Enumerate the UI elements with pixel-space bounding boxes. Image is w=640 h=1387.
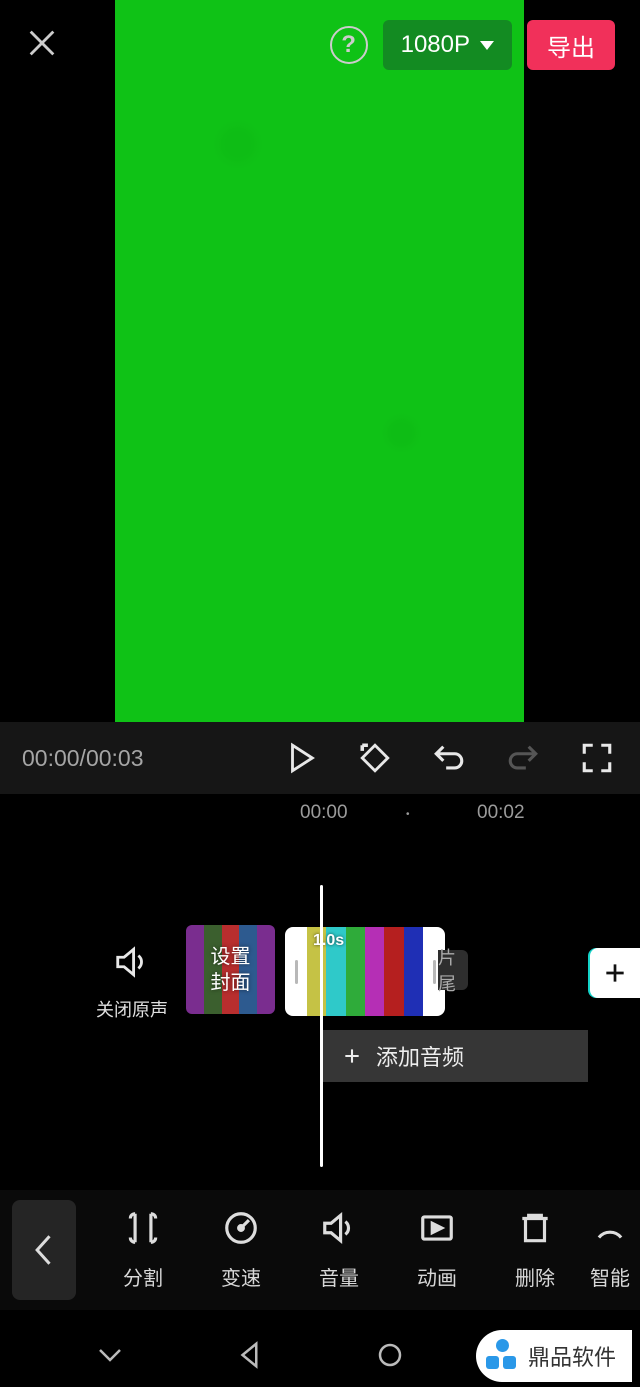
tool-volume[interactable]: 音量 <box>290 1209 388 1291</box>
clip-duration: 1.0s <box>313 932 344 950</box>
keyframe-icon[interactable] <box>358 741 392 775</box>
resolution-button[interactable]: 1080P <box>383 20 512 70</box>
close-icon[interactable] <box>25 26 59 65</box>
ruler-tick: 00:00 <box>300 802 348 824</box>
clip-end-tag[interactable]: 片尾 <box>438 950 468 990</box>
tool-label: 变速 <box>192 1262 290 1291</box>
tool-label: 动画 <box>388 1262 486 1291</box>
tool-delete[interactable]: 删除 <box>486 1209 584 1291</box>
video-preview[interactable] <box>115 0 524 722</box>
timeline[interactable]: 关闭原声 设置 封面 1.0s 片尾 添加音频 <box>0 830 640 1150</box>
watermark-logo-icon <box>486 1339 520 1373</box>
mute-audio-button[interactable]: 关闭原声 <box>96 943 168 1022</box>
tool-label: 音量 <box>290 1262 388 1291</box>
export-button[interactable]: 导出 <box>527 20 615 70</box>
watermark-text: 鼎品软件 <box>528 1340 616 1372</box>
add-audio-label: 添加音频 <box>376 1040 464 1072</box>
tool-smart[interactable]: 智能 <box>580 1209 640 1291</box>
time-display: 00:00/00:03 <box>22 745 144 772</box>
fullscreen-icon[interactable] <box>580 741 614 775</box>
set-cover-button[interactable]: 设置 封面 <box>186 925 275 1014</box>
nav-back-icon[interactable] <box>235 1340 265 1375</box>
top-bar: ? 1080P 导出 <box>0 0 640 90</box>
redo-icon[interactable] <box>506 741 540 775</box>
tool-label: 分割 <box>94 1262 192 1291</box>
play-icon[interactable] <box>284 741 318 775</box>
clip-handle-left[interactable] <box>285 927 307 1016</box>
nav-home-icon[interactable] <box>375 1340 405 1375</box>
selected-clip[interactable]: 1.0s <box>285 927 445 1016</box>
tool-bar: 分割 变速 音量 动画 删除 智能 <box>0 1190 640 1310</box>
nav-menu-icon[interactable] <box>95 1340 125 1375</box>
resolution-label: 1080P <box>401 31 470 59</box>
help-icon[interactable]: ? <box>330 26 368 64</box>
undo-icon[interactable] <box>432 741 466 775</box>
ruler-tick: 00:02 <box>477 802 525 824</box>
tool-speed[interactable]: 变速 <box>192 1209 290 1291</box>
cover-label: 设置 封面 <box>211 944 251 996</box>
tool-back-button[interactable] <box>12 1200 76 1300</box>
tool-label: 删除 <box>486 1262 584 1291</box>
add-clip-button[interactable] <box>590 948 640 998</box>
clip-content[interactable]: 1.0s <box>307 927 423 1016</box>
chevron-down-icon <box>480 41 494 50</box>
tool-animation[interactable]: 动画 <box>388 1209 486 1291</box>
player-bar: 00:00/00:03 <box>0 722 640 794</box>
watermark: 鼎品软件 <box>476 1330 632 1382</box>
time-ruler: 00:00 • 00:02 <box>0 797 640 827</box>
mute-label: 关闭原声 <box>96 996 168 1022</box>
tool-split[interactable]: 分割 <box>94 1209 192 1291</box>
tool-label: 智能 <box>580 1262 640 1291</box>
playhead[interactable] <box>320 885 323 1167</box>
add-audio-button[interactable]: 添加音频 <box>320 1030 588 1082</box>
